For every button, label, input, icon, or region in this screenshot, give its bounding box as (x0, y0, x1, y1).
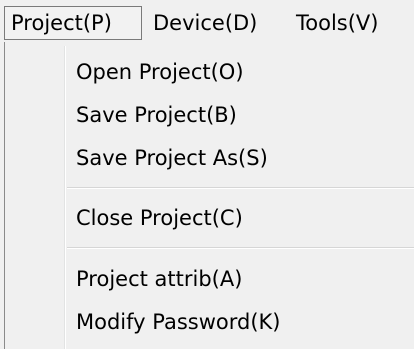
save-project-item[interactable]: Save Project(B) (5, 95, 414, 135)
project-dropdown-menu: Open Project(O) Save Project(B) Save Pro… (4, 42, 414, 349)
menu-device[interactable]: Device(D) (147, 6, 287, 40)
menu-separator (67, 247, 414, 249)
modify-password-item[interactable]: Modify Password(K) (5, 302, 414, 342)
close-project-item[interactable]: Close Project(C) (5, 198, 414, 238)
project-attrib-item[interactable]: Project attrib(A) (5, 259, 414, 299)
menu-tools[interactable]: Tools(V) (290, 6, 408, 40)
menu-project[interactable]: Project(P) (4, 6, 142, 40)
save-project-as-item[interactable]: Save Project As(S) (5, 138, 414, 178)
menu-bar: Project(P) Device(D) Tools(V) (0, 0, 414, 44)
open-project-item[interactable]: Open Project(O) (5, 52, 414, 92)
menu-separator (67, 187, 414, 189)
